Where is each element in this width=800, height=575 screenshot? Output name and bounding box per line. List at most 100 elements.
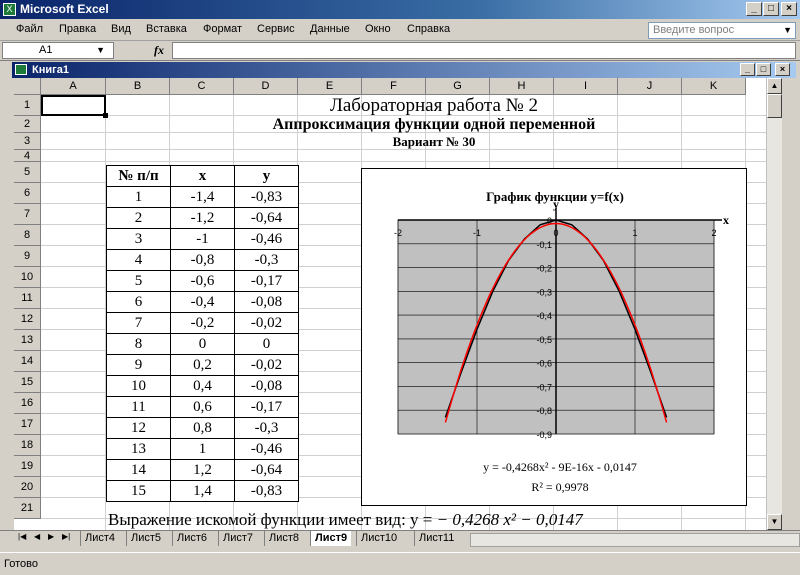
row-header-8[interactable]: 8: [14, 225, 41, 246]
menu-insert[interactable]: Вставка: [146, 23, 187, 35]
table-header-cell[interactable]: y: [234, 165, 299, 187]
table-cell[interactable]: -1,4: [170, 186, 235, 208]
row-header-15[interactable]: 15: [14, 372, 41, 393]
table-cell[interactable]: 14: [106, 459, 171, 481]
table-cell[interactable]: 7: [106, 312, 171, 334]
table-cell[interactable]: 9: [106, 354, 171, 376]
table-cell[interactable]: 0,6: [170, 396, 235, 418]
row-header-17[interactable]: 17: [14, 414, 41, 435]
row-header-5[interactable]: 5: [14, 162, 41, 183]
table-cell[interactable]: -1,2: [170, 207, 235, 229]
table-cell[interactable]: 0,4: [170, 375, 235, 397]
table-cell[interactable]: 11: [106, 396, 171, 418]
table-cell[interactable]: -0,02: [234, 354, 299, 376]
table-cell[interactable]: -0,3: [234, 417, 299, 439]
workbook-icon[interactable]: [15, 64, 27, 75]
table-cell[interactable]: 4: [106, 249, 171, 271]
row-header-12[interactable]: 12: [14, 309, 41, 330]
table-cell[interactable]: 0,8: [170, 417, 235, 439]
column-header-e[interactable]: E: [298, 78, 362, 95]
sheet-tab-Лист9[interactable]: Лист9: [310, 531, 352, 546]
table-cell[interactable]: 0,2: [170, 354, 235, 376]
menu-help[interactable]: Справка: [407, 23, 450, 35]
row-header-19[interactable]: 19: [14, 456, 41, 477]
column-header-a[interactable]: A: [41, 78, 106, 95]
scroll-up-icon[interactable]: ▲: [767, 78, 782, 94]
table-cell[interactable]: 1,4: [170, 480, 235, 502]
table-cell[interactable]: 2: [106, 207, 171, 229]
table-cell[interactable]: 10: [106, 375, 171, 397]
row-header-21[interactable]: 21: [14, 498, 41, 519]
sheet-tab-Лист7[interactable]: Лист7: [218, 531, 257, 546]
table-cell[interactable]: 13: [106, 438, 171, 460]
formula-input[interactable]: [172, 42, 796, 59]
vertical-scrollbar[interactable]: ▲ ▼: [766, 78, 782, 530]
row-header-2[interactable]: 2: [14, 116, 41, 133]
column-header-c[interactable]: C: [170, 78, 234, 95]
row-header-3[interactable]: 3: [14, 133, 41, 150]
table-cell[interactable]: -0,2: [170, 312, 235, 334]
row-header-7[interactable]: 7: [14, 204, 41, 225]
row-header-13[interactable]: 13: [14, 330, 41, 351]
table-cell[interactable]: -0,64: [234, 207, 299, 229]
sheet-tab-Лист8[interactable]: Лист8: [264, 531, 303, 546]
table-cell[interactable]: 5: [106, 270, 171, 292]
table-cell[interactable]: -0,6: [170, 270, 235, 292]
column-header-k[interactable]: K: [682, 78, 746, 95]
menu-window[interactable]: Окно: [365, 23, 391, 35]
table-cell[interactable]: 15: [106, 480, 171, 502]
table-cell[interactable]: -0,64: [234, 459, 299, 481]
table-cell[interactable]: -0,46: [234, 228, 299, 250]
menu-file[interactable]: Файл: [16, 23, 43, 35]
fx-icon[interactable]: fx: [154, 43, 164, 58]
table-cell[interactable]: -0,83: [234, 480, 299, 502]
column-header-i[interactable]: I: [554, 78, 618, 95]
ask-question-input[interactable]: Введите вопрос ▼: [648, 22, 796, 39]
table-cell[interactable]: 1,2: [170, 459, 235, 481]
column-header-f[interactable]: F: [362, 78, 426, 95]
table-cell[interactable]: 12: [106, 417, 171, 439]
tab-last-icon[interactable]: ▶|: [62, 532, 70, 541]
table-cell[interactable]: -0,17: [234, 270, 299, 292]
row-header-14[interactable]: 14: [14, 351, 41, 372]
row-header-16[interactable]: 16: [14, 393, 41, 414]
column-header-h[interactable]: H: [490, 78, 554, 95]
wb-close-icon[interactable]: ×: [775, 63, 790, 76]
scroll-down-icon[interactable]: ▼: [767, 514, 782, 530]
wb-restore-icon[interactable]: □: [756, 63, 771, 76]
table-cell[interactable]: -1: [170, 228, 235, 250]
chevron-down-icon[interactable]: ▼: [783, 23, 792, 38]
table-header-cell[interactable]: № п/п: [106, 165, 171, 187]
tab-next-icon[interactable]: ▶: [48, 532, 54, 541]
sheet-tab-Лист4[interactable]: Лист4: [80, 531, 119, 546]
menu-format[interactable]: Формат: [203, 23, 242, 35]
row-header-10[interactable]: 10: [14, 267, 41, 288]
table-cell[interactable]: -0,4: [170, 291, 235, 313]
tab-prev-icon[interactable]: ◀: [34, 532, 40, 541]
table-cell[interactable]: 1: [170, 438, 235, 460]
row-header-6[interactable]: 6: [14, 183, 41, 204]
table-cell[interactable]: -0,08: [234, 291, 299, 313]
menu-data[interactable]: Данные: [310, 23, 350, 35]
table-cell[interactable]: -0,8: [170, 249, 235, 271]
row-header-18[interactable]: 18: [14, 435, 41, 456]
row-header-20[interactable]: 20: [14, 477, 41, 498]
menu-edit[interactable]: Правка: [59, 23, 96, 35]
menu-tools[interactable]: Сервис: [257, 23, 295, 35]
row-header-11[interactable]: 11: [14, 288, 41, 309]
table-cell[interactable]: -0,08: [234, 375, 299, 397]
maximize-icon[interactable]: □: [763, 2, 779, 16]
table-cell[interactable]: 0: [170, 333, 235, 355]
chart-area[interactable]: График функции y=f(x) y x 0 -0,1 -0,2 -0,3 -0,4…: [361, 168, 747, 506]
wb-minimize-icon[interactable]: _: [740, 63, 755, 76]
chevron-down-icon[interactable]: ▼: [96, 43, 105, 58]
excel-app-icon[interactable]: X: [3, 3, 16, 16]
select-all-corner[interactable]: [14, 78, 41, 95]
column-header-b[interactable]: B: [106, 78, 170, 95]
table-cell[interactable]: 1: [106, 186, 171, 208]
menu-view[interactable]: Вид: [111, 23, 131, 35]
table-cell[interactable]: 3: [106, 228, 171, 250]
spreadsheet-grid[interactable]: ABCDEFGHIJK 1 2 3 4 5 6 7 8 9 10 11 12 13 14 15 16 17 18 1…: [14, 78, 766, 530]
column-header-d[interactable]: D: [234, 78, 298, 95]
horizontal-scrollbar[interactable]: [470, 533, 800, 547]
